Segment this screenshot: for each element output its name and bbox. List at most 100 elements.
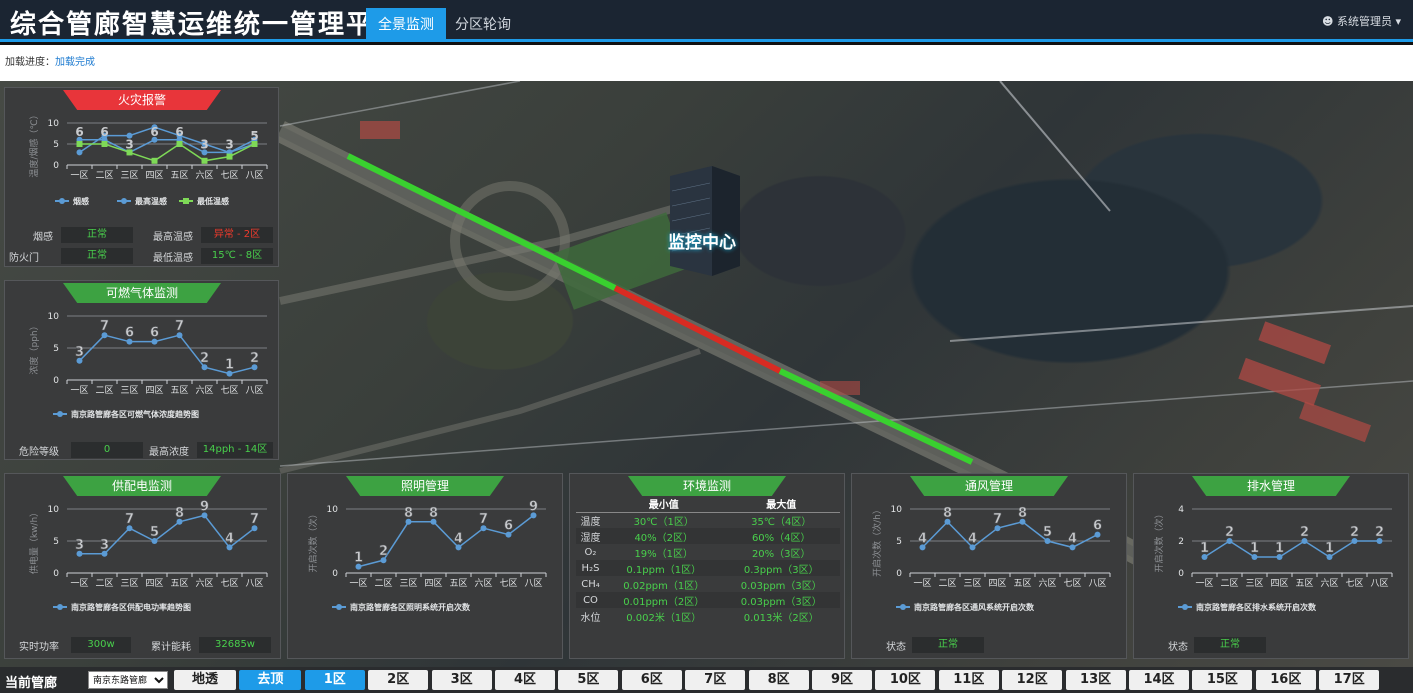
data-label: 6 bbox=[1093, 519, 1102, 534]
zone-button[interactable]: 6区 bbox=[621, 670, 682, 690]
x-tick-label: 六区 bbox=[195, 577, 213, 589]
data-label: 2 bbox=[1375, 525, 1384, 540]
gas-chart: 浓度（pph） 0 5 10 一区 二区 三区 四区 五区 六区 七区 八区 3 7 6 6 7 2 1 2 南京路管廊… bbox=[28, 312, 268, 419]
legend-marker bbox=[183, 198, 189, 204]
zone-button[interactable]: 1区 bbox=[304, 670, 365, 690]
env-name: 湿度 bbox=[576, 528, 605, 544]
zone-button[interactable]: 5区 bbox=[558, 670, 619, 690]
zone-button[interactable]: 14区 bbox=[1129, 670, 1189, 690]
bottom-toolbar: 当前管廊 南京东路管廊 地透 去顶 1区 2区 3区 4区 5区 6区 7区 8区 9区 10区 11区… bbox=[0, 667, 1413, 693]
zone-button[interactable]: 10区 bbox=[875, 670, 936, 690]
zone-button[interactable]: 7区 bbox=[685, 670, 746, 690]
zone-button[interactable]: 8区 bbox=[748, 670, 809, 690]
lighting-panel: 照明管理 开启次数（次） 0 10 一区 二区 三区 四区 五区 六区 七区 八区 1 2 8 8 4 7 6 9 南… bbox=[287, 473, 563, 659]
y-tick-label: 10 bbox=[327, 505, 339, 515]
x-tick-label: 五区 bbox=[170, 170, 188, 181]
tunnel-select[interactable]: 南京东路管廊 bbox=[88, 671, 168, 689]
data-label: 3 bbox=[75, 345, 84, 360]
data-label: 4 bbox=[225, 531, 234, 546]
load-progress-label: 加载进度： bbox=[5, 57, 55, 68]
data-label: 6 bbox=[150, 125, 158, 139]
x-tick-label: 五区 bbox=[1295, 578, 1313, 589]
data-label: 2 bbox=[379, 544, 388, 559]
data-point bbox=[76, 141, 83, 147]
fire-door-status: 正常 bbox=[61, 248, 133, 264]
monitor-center-label[interactable]: 监控中心 bbox=[668, 228, 736, 253]
env-header-blank bbox=[576, 496, 605, 513]
x-tick-label: 四区 bbox=[1270, 578, 1288, 589]
data-label: 1 bbox=[1275, 541, 1284, 556]
x-tick-label: 八区 bbox=[245, 170, 263, 181]
env-max: 60%（4区） bbox=[722, 528, 840, 544]
environment-table-header: 最小值 最大值 bbox=[576, 496, 840, 513]
y-axis-label: 开启次数（次） bbox=[1153, 509, 1165, 572]
zone-button[interactable]: 15区 bbox=[1192, 670, 1253, 690]
data-label: 4 bbox=[454, 531, 463, 546]
x-tick-label: 一区 bbox=[913, 578, 931, 589]
gas-panel: 可燃气体监测 浓度（pph） 0 5 10 一区 二区 三区 四区 五区 六区 七区 八区 3 7 6 6 7 2… bbox=[4, 280, 279, 460]
load-progress-value: 加载完成 bbox=[55, 57, 95, 68]
env-min: 0.002米（1区） bbox=[626, 612, 702, 624]
fire-door-label: 防火门 bbox=[9, 253, 39, 264]
y-tick-label: 0 bbox=[896, 569, 902, 579]
smoke-label: 烟感 bbox=[33, 232, 53, 243]
min-temp-status: 15℃ - 8区 bbox=[201, 248, 273, 264]
zone-button[interactable]: 4区 bbox=[495, 670, 555, 690]
y-tick-label: 5 bbox=[53, 344, 59, 354]
legend-marker bbox=[57, 604, 63, 610]
x-tick-label: 七区 bbox=[1345, 578, 1363, 589]
data-label: 6 bbox=[150, 326, 159, 341]
max-temp-label: 最高温感 bbox=[153, 232, 193, 243]
data-label: 3 bbox=[200, 137, 208, 151]
user-menu[interactable]: ☻ 系统管理员 ▾ bbox=[1322, 13, 1401, 29]
zone-button[interactable]: 13区 bbox=[1065, 670, 1126, 690]
data-label: 6 bbox=[504, 519, 513, 534]
zone-button[interactable]: 11区 bbox=[938, 670, 999, 690]
min-temp-label: 最低温感 bbox=[153, 253, 193, 264]
x-tick-label: 二区 bbox=[1220, 578, 1238, 589]
x-tick-label: 三区 bbox=[120, 170, 138, 181]
legend-label: 南京路管廊各区供配电功率趋势图 bbox=[71, 602, 191, 612]
data-label: 7 bbox=[175, 319, 184, 334]
data-point bbox=[176, 141, 183, 147]
chevron-down-icon: ▾ bbox=[1395, 15, 1401, 28]
zone-button[interactable]: 去顶 bbox=[239, 670, 302, 690]
zone-button[interactable]: 16区 bbox=[1255, 670, 1316, 690]
ventilation-status-label: 状态 bbox=[886, 642, 906, 653]
env-name: CO bbox=[576, 592, 605, 608]
data-point bbox=[201, 157, 208, 164]
x-tick-label: 三区 bbox=[120, 578, 138, 589]
tab-zone-polling[interactable]: 分区轮询 bbox=[443, 8, 523, 42]
ventilation-panel: 通风管理 开启次数（次/h） 0 5 10 一区 二区 三区 四区 五区 六区 七区 八区 4 8 4 7 8 5… bbox=[851, 473, 1127, 659]
x-tick-label: 五区 bbox=[449, 578, 467, 589]
data-label: 7 bbox=[100, 319, 109, 334]
zone-button[interactable]: 3区 bbox=[431, 670, 492, 690]
user-icon: ☻ bbox=[1322, 15, 1334, 28]
tab-panorama-monitor[interactable]: 全景监测 bbox=[366, 8, 446, 42]
y-tick-label: 0 bbox=[332, 569, 338, 579]
table-row: 温度 30℃（1区） 35℃（4区） bbox=[576, 512, 840, 528]
data-label: 8 bbox=[175, 506, 184, 521]
x-tick-label: 四区 bbox=[424, 578, 442, 589]
y-axis-label: 浓度（pph） bbox=[28, 321, 40, 374]
x-tick-label: 八区 bbox=[524, 578, 542, 589]
data-label: 3 bbox=[225, 137, 233, 151]
x-tick-label: 四区 bbox=[145, 578, 163, 589]
env-name: 水位 bbox=[580, 612, 601, 624]
legend-marker bbox=[121, 198, 127, 204]
zone-button[interactable]: 地透 bbox=[174, 670, 236, 690]
zone-button[interactable]: 9区 bbox=[812, 670, 872, 690]
y-tick-label: 4 bbox=[1178, 505, 1184, 515]
zone-button[interactable]: 17区 bbox=[1319, 670, 1380, 690]
legend-marker bbox=[336, 604, 342, 610]
data-label: 9 bbox=[529, 499, 538, 514]
x-tick-label: 六区 bbox=[195, 384, 213, 396]
table-row: CO 0.01ppm（2区） 0.03ppm（3区） bbox=[576, 592, 840, 608]
zone-button[interactable]: 12区 bbox=[1002, 670, 1063, 690]
data-label: 3 bbox=[100, 538, 109, 553]
x-tick-label: 六区 bbox=[195, 169, 213, 181]
env-max: 0.03ppm（3区） bbox=[722, 592, 840, 608]
y-tick-label: 0 bbox=[1178, 569, 1184, 579]
env-max: 0.013米（2区） bbox=[743, 612, 819, 624]
zone-button[interactable]: 2区 bbox=[368, 670, 429, 690]
